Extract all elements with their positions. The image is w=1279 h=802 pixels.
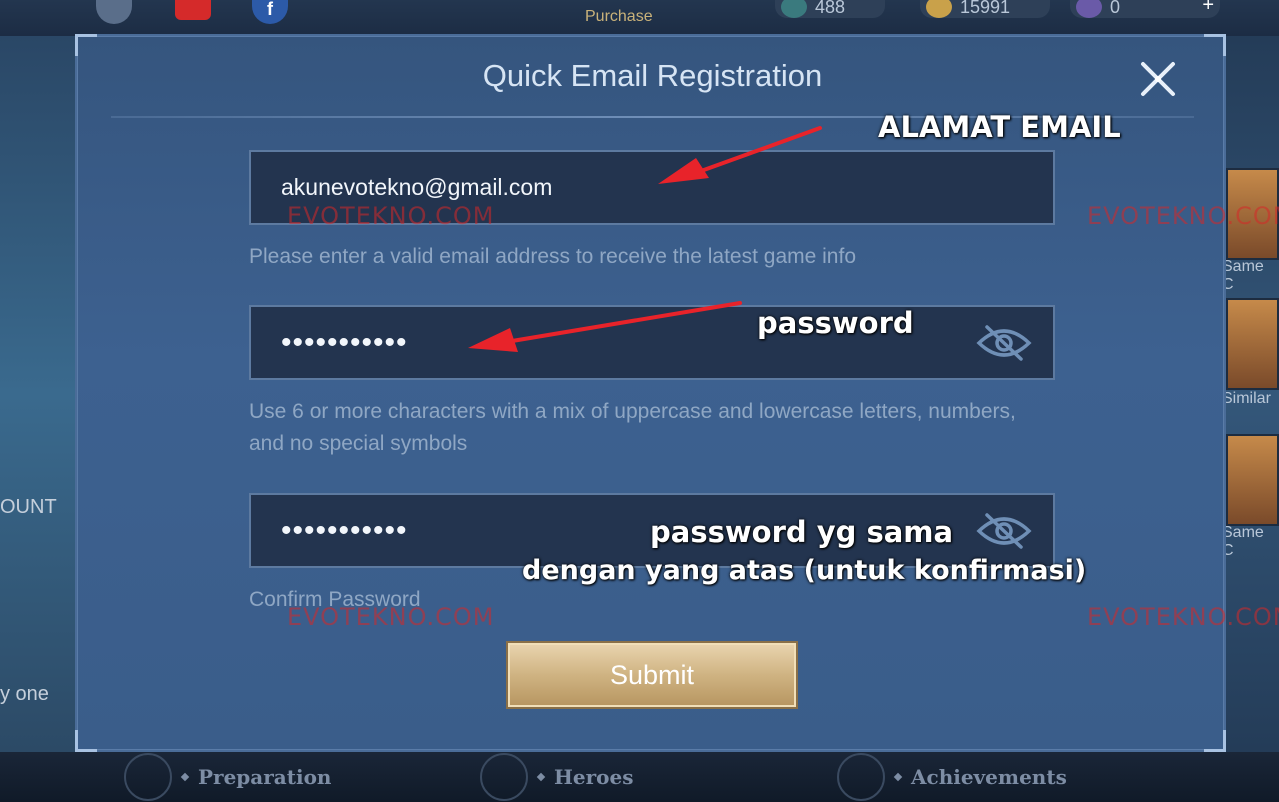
gems-value: 0 (1110, 0, 1121, 17)
close-button[interactable] (1137, 58, 1179, 100)
nav-label: Achievements (911, 765, 1067, 789)
nav-dot (180, 772, 190, 782)
tickets-counter: 488 (775, 0, 885, 18)
nav-label: Heroes (554, 765, 634, 789)
nav-achievements[interactable]: Achievements (837, 752, 1067, 802)
email-annotation: ALAMAT EMAIL (878, 110, 1121, 144)
youtube-icon[interactable] (175, 0, 211, 20)
dialog-corner (75, 34, 97, 56)
hero-card-label: Same C (1222, 524, 1264, 559)
gold-counter: 15991 (920, 0, 1050, 18)
dialog-title: Quick Email Registration (482, 58, 823, 93)
password-annotation: password (757, 306, 914, 340)
purchase-label[interactable]: Purchase (585, 8, 653, 26)
watermark: EVOTEKNO.COM (1087, 202, 1279, 230)
left-one-label: y one (0, 683, 49, 705)
left-count-label: OUNT (0, 496, 57, 518)
dialog-corner (1204, 34, 1226, 56)
submit-button[interactable]: Submit (508, 643, 796, 707)
close-icon (1141, 62, 1175, 96)
tickets-value: 488 (815, 0, 846, 17)
hero-card-label: Similar (1222, 390, 1271, 407)
hero-card[interactable] (1226, 434, 1279, 526)
preparation-icon (124, 753, 172, 801)
password-hint: Use 6 or more characters with a mix of u… (249, 400, 1016, 455)
hero-card[interactable] (1226, 298, 1279, 390)
nav-heroes[interactable]: Heroes (480, 752, 633, 802)
watermark: EVOTEKNO.COM (287, 202, 495, 230)
nav-dot (893, 772, 903, 782)
left-background-art (0, 36, 76, 752)
dialog-corner (1204, 730, 1226, 752)
gems-counter: 0 + (1070, 0, 1220, 18)
heroes-icon (480, 753, 528, 801)
achievements-icon (837, 753, 885, 801)
watermark: EVOTEKNO.COM (287, 603, 495, 631)
watermark: EVOTEKNO.COM (1087, 603, 1279, 631)
nav-preparation[interactable]: Preparation (124, 752, 331, 802)
diamond-icon (1076, 0, 1102, 18)
gold-coin-icon (926, 0, 952, 18)
nav-label: Preparation (198, 765, 332, 789)
add-gems-button[interactable]: + (1202, 0, 1214, 15)
gold-value: 15991 (960, 0, 1011, 17)
dialog-corner (75, 730, 97, 752)
eye-off-icon[interactable] (975, 511, 1033, 551)
email-hint: Please enter a valid email address to re… (249, 245, 857, 268)
confirm-annotation-line2: dengan yang atas (untuk konfirmasi) (522, 555, 1087, 586)
ticket-icon (781, 0, 807, 18)
password-field[interactable] (249, 305, 1055, 380)
confirm-annotation-line1: password yg sama (650, 515, 954, 549)
eye-off-icon[interactable] (975, 323, 1033, 363)
hero-card-label: Same C (1222, 258, 1264, 293)
nav-dot (536, 772, 546, 782)
